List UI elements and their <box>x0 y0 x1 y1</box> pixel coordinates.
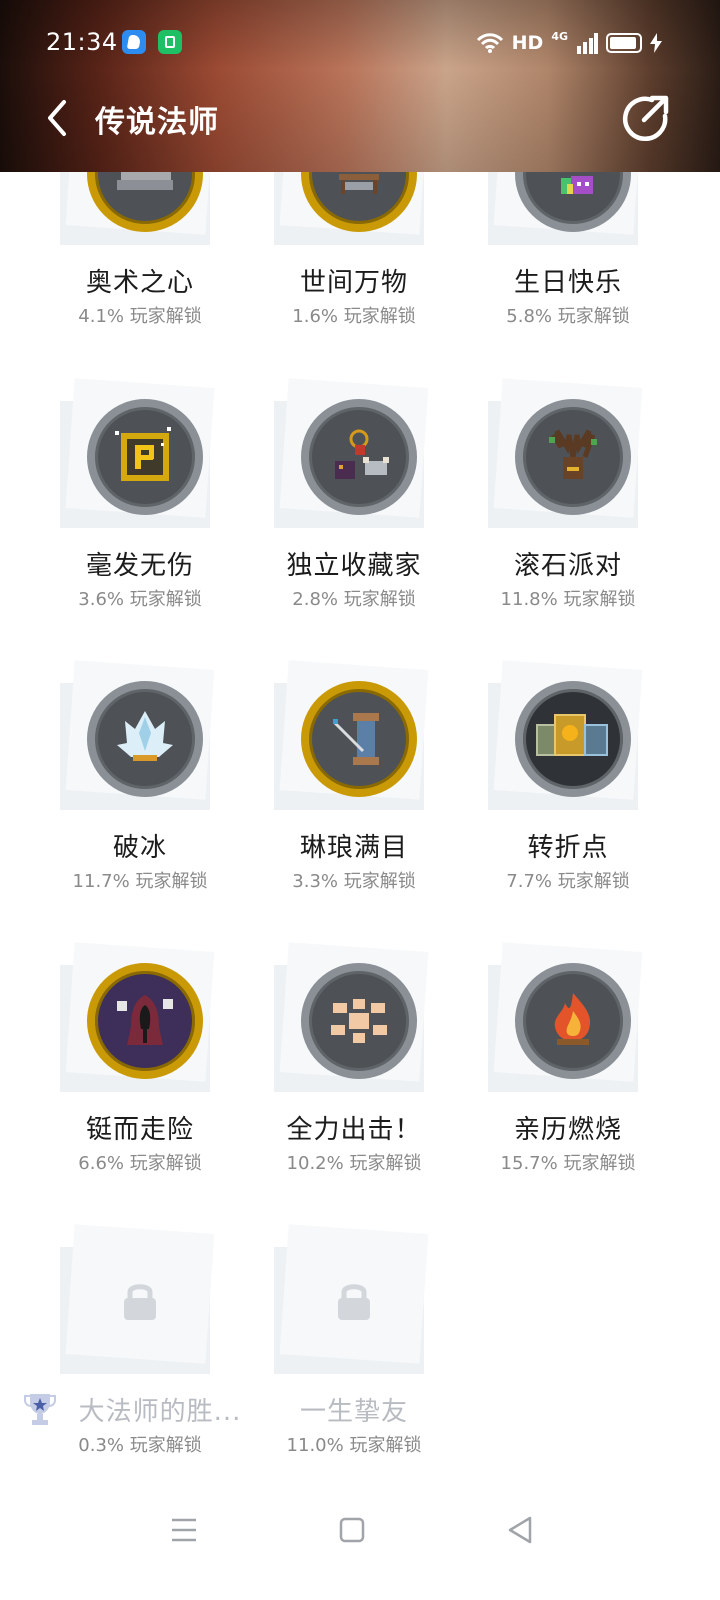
unlock-rate: 0.3% 玩家解锁 <box>78 1435 202 1456</box>
card-stack <box>274 1224 434 1374</box>
achievement-name: 一生挚友 <box>299 1397 408 1427</box>
unlock-rate: 6.6% 玩家解锁 <box>78 1153 202 1174</box>
achievement-name: 奥术之心 <box>85 268 194 298</box>
card-stack <box>488 378 648 528</box>
achievement-name: 亲历燃烧 <box>513 1115 622 1145</box>
achievement-name: 生日快乐 <box>513 268 622 298</box>
achievement-name: 滚石派对 <box>513 551 622 581</box>
achievement-name: 琳琅满目 <box>299 833 408 863</box>
unlock-rate: 7.7% 玩家解锁 <box>506 871 630 892</box>
p-sign-icon <box>115 427 171 481</box>
unlock-rate: 3.3% 玩家解锁 <box>292 871 416 892</box>
hd-label: HD <box>511 32 544 54</box>
achievement-card[interactable]: 破冰 11.7% 玩家解锁 <box>50 660 250 892</box>
lock-icon <box>338 1284 370 1320</box>
cards-icon <box>536 714 608 756</box>
card-stack <box>274 660 434 810</box>
unlock-rate: 11.7% 玩家解锁 <box>72 871 208 892</box>
antler-mask-icon <box>549 429 597 479</box>
achievement-name: 毫发无伤 <box>85 551 194 581</box>
wifi-icon <box>476 33 503 53</box>
achievement-card[interactable]: 亲历燃烧 15.7% 玩家解锁 <box>478 942 678 1174</box>
network-label: 4G <box>551 29 568 43</box>
system-nav-bar <box>0 1486 720 1576</box>
achievement-card[interactable]: 独立收藏家 2.8% 玩家解锁 <box>264 378 464 610</box>
charging-icon <box>650 33 662 53</box>
unlock-rate: 2.8% 玩家解锁 <box>292 589 416 610</box>
unlock-rate: 3.6% 玩家解锁 <box>78 589 202 610</box>
menu-icon[interactable] <box>164 1510 204 1550</box>
achievement-card-locked[interactable]: 一生挚友 11.0% 玩家解锁 <box>264 1224 464 1456</box>
trophy-icon <box>24 1394 56 1425</box>
achievement-name: 独立收藏家 <box>286 551 422 581</box>
achievement-name: 大法师的胜... <box>78 1397 242 1427</box>
status-time: 21:34 <box>46 28 118 56</box>
achievement-badge <box>515 399 631 515</box>
home-square-icon[interactable] <box>332 1510 372 1550</box>
card-stack <box>274 942 434 1092</box>
achievement-badge <box>515 681 631 797</box>
thread-spool-icon <box>333 713 379 765</box>
relics-icon <box>335 429 389 479</box>
achievement-list: 奥术之心 4.1% 玩家解锁 世间万物 1.6% 玩家解锁 生日快乐 5.8% … <box>0 0 720 1600</box>
chevron-left-icon[interactable] <box>40 98 80 138</box>
achievement-card[interactable]: 转折点 7.7% 玩家解锁 <box>478 660 678 892</box>
achievement-name: 世间万物 <box>299 268 408 298</box>
unlock-rate: 10.2% 玩家解锁 <box>286 1153 422 1174</box>
achievement-card[interactable]: 琳琅满目 3.3% 玩家解锁 <box>264 660 464 892</box>
card-stack <box>60 378 220 528</box>
unlock-rate: 4.1% 玩家解锁 <box>78 306 202 327</box>
unlock-rate: 1.6% 玩家解锁 <box>292 306 416 327</box>
achievement-card[interactable]: 滚石派对 11.8% 玩家解锁 <box>478 378 678 610</box>
app-notification-icon <box>122 30 146 54</box>
card-stack <box>488 942 648 1092</box>
achievement-badge <box>301 681 417 797</box>
status-indicators: HD 4G <box>476 28 662 58</box>
unlock-rate: 11.8% 玩家解锁 <box>500 589 636 610</box>
android-notification-icon <box>158 30 182 54</box>
achievement-badge <box>515 963 631 1079</box>
achievement-card[interactable]: 全力出击！ 10.2% 玩家解锁 <box>264 942 464 1174</box>
unlock-rate: 5.8% 玩家解锁 <box>506 306 630 327</box>
signal-icon <box>577 33 598 54</box>
achievement-badge <box>87 681 203 797</box>
ice-crystal-icon <box>117 711 173 761</box>
achievement-badge <box>87 963 203 1079</box>
app-header: 21:34 HD 4G 传说法师 <box>0 0 720 172</box>
achievement-name: 破冰 <box>112 833 167 863</box>
achievement-badge <box>301 399 417 515</box>
achievement-name: 全力出击！ <box>286 1115 422 1145</box>
campfire-icon <box>554 993 591 1045</box>
lock-icon <box>124 1284 156 1320</box>
card-stack <box>274 378 434 528</box>
achievement-name: 转折点 <box>527 833 609 863</box>
achievement-badge <box>301 963 417 1079</box>
achievement-card[interactable]: 铤而走险 6.6% 玩家解锁 <box>50 942 250 1174</box>
page-title: 传说法师 <box>95 105 219 140</box>
battery-icon <box>606 33 642 53</box>
back-triangle-icon[interactable] <box>500 1510 540 1550</box>
achievement-badge <box>87 399 203 515</box>
status-bar: 21:34 HD 4G <box>0 0 720 88</box>
achievement-name: 铤而走险 <box>85 1115 194 1145</box>
card-stack <box>488 660 648 810</box>
card-stack <box>60 1224 220 1374</box>
card-stack <box>60 660 220 810</box>
achievement-card-locked[interactable]: 大法师的胜... 0.3% 玩家解锁 <box>24 1224 250 1456</box>
card-stack <box>60 942 220 1092</box>
hooded-figure-icon <box>117 995 173 1045</box>
achievement-card[interactable]: 毫发无伤 3.6% 玩家解锁 <box>50 378 250 610</box>
unlock-rate: 11.0% 玩家解锁 <box>286 1435 422 1456</box>
share-icon[interactable] <box>622 94 670 142</box>
unlock-rate: 15.7% 玩家解锁 <box>500 1153 636 1174</box>
fists-icon <box>331 999 387 1043</box>
